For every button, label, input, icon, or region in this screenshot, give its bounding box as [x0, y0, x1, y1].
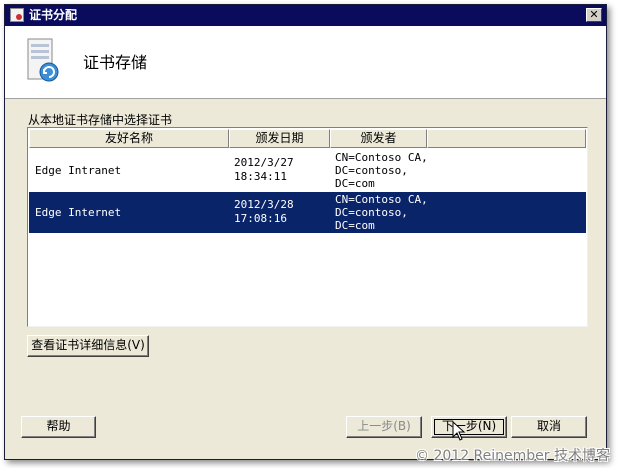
cancel-button[interactable]: 取消	[511, 416, 587, 438]
cell-issuer: CN=Contoso CA, DC=contoso, DC=com	[335, 193, 428, 232]
app-icon	[10, 8, 24, 22]
certificate-assignment-dialog: 证书分配 ✕ 证书存储 从本地证书存储中选择证书 友好名称 颁发日期 颁发者 E…	[4, 4, 607, 460]
wizard-header: 证书存储	[5, 26, 606, 99]
list-header: 友好名称 颁发日期 颁发者	[29, 129, 586, 148]
cell-issue-date: 2012/3/27 18:34:11	[234, 156, 294, 183]
cell-friendly-name: Edge Intranet	[35, 164, 122, 177]
close-button[interactable]: ✕	[586, 8, 602, 22]
table-row[interactable]: Edge Intranet 2012/3/27 18:34:11 CN=Cont…	[29, 150, 586, 191]
window-title: 证书分配	[29, 8, 78, 22]
column-header-filler	[427, 129, 586, 148]
column-header-issuer[interactable]: 颁发者	[330, 129, 427, 148]
cell-friendly-name: Edge Internet	[35, 206, 122, 219]
page-heading: 证书存储	[83, 53, 148, 72]
table-row-selected[interactable]: Edge Internet 2012/3/28 17:08:16 CN=Cont…	[29, 192, 586, 233]
certificate-list[interactable]: 友好名称 颁发日期 颁发者 Edge Intranet 2012/3/27 18…	[27, 127, 588, 327]
next-button[interactable]: 下一步(N)	[431, 416, 507, 438]
cell-issuer: CN=Contoso CA, DC=contoso, DC=com	[335, 151, 428, 190]
mouse-pointer-icon	[452, 421, 466, 441]
column-header-friendly-name[interactable]: 友好名称	[29, 129, 229, 148]
help-button[interactable]: 帮助	[21, 416, 96, 438]
view-certificate-details-button[interactable]: 查看证书详细信息(V)	[27, 335, 149, 357]
watermark: © 2012 Reinember 技术博客	[415, 448, 610, 464]
certificate-icon	[27, 38, 59, 82]
cell-issue-date: 2012/3/28 17:08:16	[234, 198, 294, 225]
back-button[interactable]: 上一步(B)	[346, 416, 422, 438]
certificate-store-label: 从本地证书存储中选择证书	[28, 113, 173, 127]
column-header-issue-date[interactable]: 颁发日期	[229, 129, 330, 148]
title-bar[interactable]: 证书分配 ✕	[5, 5, 606, 26]
